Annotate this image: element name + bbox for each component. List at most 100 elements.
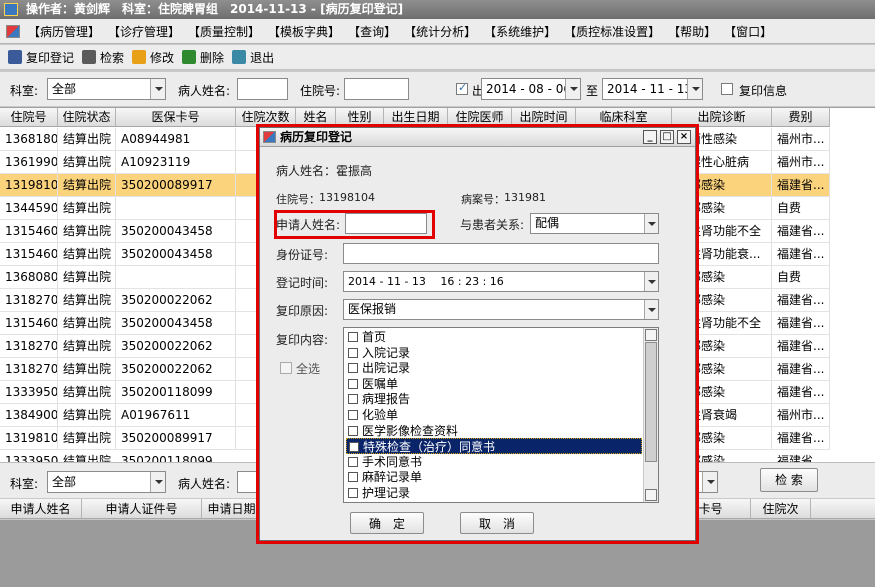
menu-item-0[interactable]: 【病历管理】	[28, 23, 100, 40]
maximize-icon[interactable]: □	[660, 130, 674, 144]
register-time-picker[interactable]: 2014 - 11 - 13 16 : 23 : 16	[343, 271, 659, 292]
item-checkbox[interactable]	[348, 425, 358, 436]
table-cell: 350200043458	[116, 243, 236, 265]
print-icon	[8, 50, 22, 64]
copy-content-item[interactable]: 麻醉记录单	[346, 469, 642, 485]
bottom-column-header[interactable]: 住院次	[751, 499, 811, 518]
chevron-down-icon[interactable]	[687, 79, 702, 99]
table-cell: 13182707	[0, 358, 58, 380]
chevron-down-icon[interactable]	[644, 300, 658, 319]
item-checkbox[interactable]	[348, 378, 358, 389]
date-to-picker[interactable]: 2014 - 11 - 13	[602, 78, 703, 100]
column-header[interactable]: 费别	[772, 108, 830, 126]
dept-select[interactable]: 全部	[47, 78, 166, 100]
toolbar-button-0[interactable]: 复印登记	[8, 49, 74, 66]
toolbar-button-3[interactable]: 删除	[182, 49, 224, 66]
toolbar-button-1[interactable]: 检索	[82, 49, 124, 66]
toolbar: 复印登记 检索 修改 删除 退出	[0, 45, 875, 70]
menu-item-7[interactable]: 【质控标准设置】	[564, 23, 660, 40]
column-header[interactable]: 住院状态	[58, 108, 116, 126]
item-checkbox[interactable]	[349, 442, 359, 453]
select-all-checkbox[interactable]	[280, 362, 292, 374]
copy-content-item[interactable]: 护理记录	[346, 485, 642, 501]
copy-content-item[interactable]: 化验单	[346, 407, 642, 423]
copy-content-item[interactable]: 特殊检查（治疗）同意书	[346, 438, 642, 455]
inpatient-no-input[interactable]	[344, 78, 409, 100]
item-label: 出院记录	[362, 361, 411, 376]
menu-item-1[interactable]: 【诊疗管理】	[108, 23, 180, 40]
patient-name-label: 病人姓名:	[178, 84, 231, 98]
copy-content-item[interactable]: 出院记录	[346, 360, 642, 376]
chevron-down-icon[interactable]	[702, 472, 717, 492]
bottom-search-button[interactable]: 检 索	[760, 468, 818, 492]
ok-button[interactable]: 确 定	[350, 512, 424, 534]
toolbar-button-2[interactable]: 修改	[132, 49, 174, 66]
item-label: 手术同意书	[362, 454, 423, 469]
table-cell: 13445901	[0, 197, 58, 219]
toolbar-button-4[interactable]: 退出	[232, 49, 274, 66]
bottom-date-picker[interactable]	[696, 471, 718, 493]
register-time-label: 登记时间:	[276, 276, 329, 290]
menu-item-4[interactable]: 【查询】	[348, 23, 396, 40]
item-checkbox[interactable]	[348, 394, 358, 405]
scroll-down-icon[interactable]	[645, 489, 657, 501]
copy-content-item[interactable]: 医学影像检查资料	[346, 423, 642, 439]
chevron-down-icon[interactable]	[644, 214, 658, 233]
close-icon[interactable]: ×	[677, 130, 691, 144]
idcard-input[interactable]	[343, 243, 659, 264]
item-checkbox[interactable]	[348, 456, 358, 467]
menu-item-5[interactable]: 【统计分析】	[404, 23, 476, 40]
table-cell: 福建省...	[772, 220, 830, 242]
chevron-down-icon[interactable]	[644, 272, 658, 291]
toolbar-label: 退出	[250, 50, 275, 65]
menu-item-3[interactable]: 【模板字典】	[268, 23, 340, 40]
item-checkbox[interactable]	[348, 363, 358, 374]
relation-select[interactable]: 配偶	[530, 213, 659, 234]
menu-item-8[interactable]: 【帮助】	[668, 23, 716, 40]
menu-item-2[interactable]: 【质量控制】	[188, 23, 260, 40]
column-header[interactable]: 住院号	[0, 108, 58, 126]
item-checkbox[interactable]	[348, 332, 358, 342]
discharge-checkbox[interactable]	[456, 81, 468, 95]
bottom-dept-select[interactable]: 全部	[47, 471, 166, 493]
copy-content-item[interactable]: 手术同意书	[346, 454, 642, 470]
applicant-name-input[interactable]	[345, 213, 427, 234]
scroll-up-icon[interactable]	[645, 329, 657, 341]
table-cell: 福建省...	[772, 312, 830, 334]
dialog-title: 病历复印登记	[280, 130, 353, 144]
copy-content-item[interactable]: 病理报告	[346, 391, 642, 407]
menu-item-6[interactable]: 【系统维护】	[484, 23, 556, 40]
exit-icon	[232, 50, 247, 64]
table-cell: 福建省...	[772, 174, 830, 196]
bottom-column-header[interactable]: 申请日期	[202, 499, 262, 518]
cancel-button[interactable]: 取 消	[460, 512, 534, 534]
bottom-column-header[interactable]: 申请人姓名	[0, 499, 82, 518]
item-checkbox[interactable]	[348, 472, 358, 483]
patient-name-input[interactable]	[237, 78, 288, 100]
copy-info-checkbox[interactable]	[721, 83, 733, 95]
copy-content-list[interactable]: 首页 入院记录 出院记录 医嘱单 病理报告 化验单 医学影像检查资料 特殊检查（治疗）同意书手…	[343, 327, 659, 503]
list-scrollbar[interactable]	[643, 328, 658, 502]
bottom-column-header[interactable]: 申请人证件号	[82, 499, 202, 518]
scroll-thumb[interactable]	[645, 342, 657, 462]
copy-content-item[interactable]: 首页	[346, 329, 642, 345]
column-header[interactable]: 医保卡号	[116, 108, 236, 126]
chevron-down-icon[interactable]	[150, 79, 165, 99]
menu-item-9[interactable]: 【窗口】	[724, 23, 772, 40]
copy-info-label: 复印信息	[739, 84, 788, 98]
copy-content-item[interactable]: 医嘱单	[346, 376, 642, 392]
table-cell: 13154606	[0, 220, 58, 242]
minimize-icon[interactable]: _	[643, 130, 657, 144]
copy-reason-select[interactable]: 医保报销	[343, 299, 659, 320]
select-all-label: 全选	[296, 362, 321, 376]
toolbar-label: 修改	[150, 50, 175, 65]
chevron-down-icon[interactable]	[150, 472, 165, 492]
item-checkbox[interactable]	[348, 410, 358, 420]
date-from-picker[interactable]: 2014 - 08 - 06	[481, 78, 581, 100]
app-logo-icon	[4, 3, 18, 16]
item-checkbox[interactable]	[348, 488, 358, 498]
item-checkbox[interactable]	[348, 347, 358, 358]
chevron-down-icon[interactable]	[565, 79, 580, 99]
copy-content-item[interactable]: 入院记录	[346, 345, 642, 361]
table-cell: 结算出院	[58, 151, 116, 173]
